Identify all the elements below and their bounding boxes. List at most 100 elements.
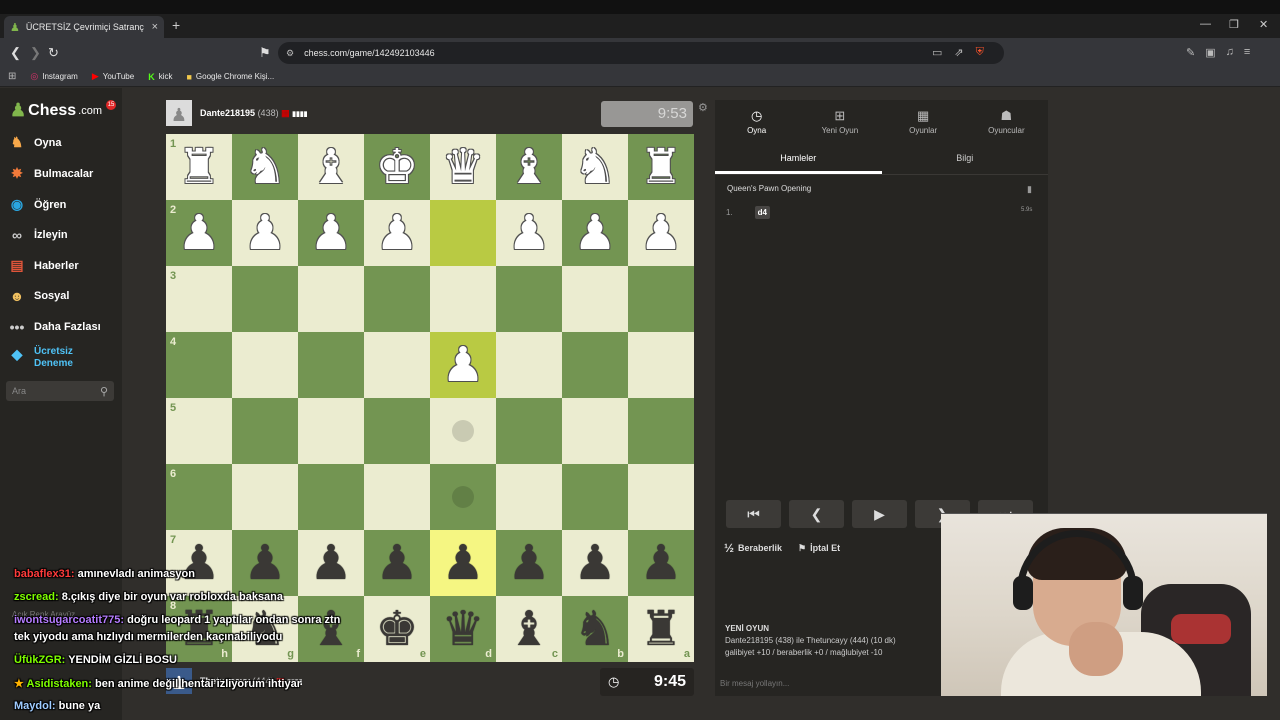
board-square[interactable]: c ♝ [496, 596, 562, 662]
board-square[interactable]: ♟ [298, 530, 364, 596]
board-square[interactable]: ♜ [628, 134, 694, 200]
chess-board[interactable]: 1 ♜ ♞ ♝ ♚ ♛ ♝ ♞ ♜ 2 ♟ ♟ ♟ ♟ ♟ ♟ ♟ 3 4 ♟ 5 6 7 ♟ ♟ ♟ ♟ ♟ ♟ ♟ ♟ 8 h ♜ g ♞ f ♝ e ♚… [166, 134, 694, 662]
new-tab-icon[interactable]: + [172, 17, 180, 33]
board-square[interactable]: d ♛ [430, 596, 496, 662]
board-square[interactable] [232, 464, 298, 530]
book-icon[interactable]: ▮ [1027, 184, 1032, 195]
white-pawn-icon[interactable]: ♟ [441, 341, 484, 389]
board-square[interactable]: 3 [166, 266, 232, 332]
black-pawn-icon[interactable]: ♟ [375, 539, 418, 587]
tab-new-game[interactable]: ⊞ Yeni Oyun [798, 100, 881, 142]
sidebar-item-free-trial[interactable]: ◆ Ücretsiz Deneme [8, 346, 94, 370]
board-square[interactable] [496, 398, 562, 464]
black-rook-icon[interactable]: ♜ [177, 605, 220, 653]
menu-icon[interactable]: ≡ [1244, 46, 1250, 59]
board-square[interactable] [430, 200, 496, 266]
previous-move-button[interactable]: ❮ [789, 500, 844, 528]
move-hint-dot[interactable] [452, 420, 474, 442]
board-square[interactable]: ♟ [496, 530, 562, 596]
board-square[interactable] [430, 398, 496, 464]
sidebar-item-learn[interactable]: ◉ Öğren [8, 196, 67, 213]
black-pawn-icon[interactable]: ♟ [639, 539, 682, 587]
board-square[interactable]: 1 ♜ [166, 134, 232, 200]
url-field[interactable]: ⚙ chess.com/game/142492103446 [278, 42, 1004, 64]
tab-play[interactable]: ◷ Oyna [715, 100, 798, 142]
site-info-icon[interactable]: ⚙ [286, 48, 294, 59]
white-knight-icon[interactable]: ♞ [573, 143, 616, 191]
chat-message-input[interactable]: Bir mesaj yollayın... [720, 679, 789, 688]
white-pawn-icon[interactable]: ♟ [177, 209, 220, 257]
board-square[interactable]: ♟ [496, 200, 562, 266]
white-bishop-icon[interactable]: ♝ [309, 143, 352, 191]
white-rook-icon[interactable]: ♜ [639, 143, 682, 191]
black-queen-icon[interactable]: ♛ [441, 605, 484, 653]
sidebar-search[interactable]: Ara ⚲ [6, 381, 114, 401]
board-square[interactable] [628, 332, 694, 398]
board-square[interactable]: ♟ [628, 200, 694, 266]
white-king-icon[interactable]: ♚ [375, 143, 418, 191]
sidebar-item-social[interactable]: ☻ Sosyal [8, 288, 70, 304]
first-move-button[interactable]: ⏮ [726, 500, 781, 528]
board-square[interactable]: 7 ♟ [166, 530, 232, 596]
board-square[interactable] [562, 332, 628, 398]
black-pawn-icon[interactable]: ♟ [573, 539, 616, 587]
board-square[interactable]: ♟ [232, 530, 298, 596]
restore-icon[interactable]: ❐ [1229, 18, 1239, 31]
white-pawn-icon[interactable]: ♟ [639, 209, 682, 257]
board-square[interactable]: 2 ♟ [166, 200, 232, 266]
board-square[interactable] [364, 266, 430, 332]
board-square[interactable]: ♚ [364, 134, 430, 200]
draw-button[interactable]: ½ Beraberlik [724, 541, 782, 555]
white-pawn-icon[interactable]: ♟ [375, 209, 418, 257]
black-knight-icon[interactable]: ♞ [243, 605, 286, 653]
bookmark-folder[interactable]: ■ Google Chrome Kişi... [186, 72, 274, 82]
abort-button[interactable]: ⚑ İptal Et [798, 541, 840, 555]
board-square[interactable]: ♛ [430, 134, 496, 200]
board-square[interactable] [562, 398, 628, 464]
sidebar-item-watch[interactable]: ∞ İzleyin [8, 227, 68, 243]
black-bishop-icon[interactable]: ♝ [507, 605, 550, 653]
board-square[interactable] [298, 398, 364, 464]
board-square[interactable]: ♟ [430, 530, 496, 596]
board-square[interactable]: 5 [166, 398, 232, 464]
close-window-icon[interactable]: ✕ [1259, 18, 1268, 31]
board-square[interactable] [364, 332, 430, 398]
board-square[interactable] [364, 464, 430, 530]
sidebar-item-puzzles[interactable]: ✸ Bulmacalar [8, 165, 93, 182]
cast-icon[interactable]: ▭ [932, 46, 942, 59]
board-square[interactable]: 8 h ♜ [166, 596, 232, 662]
close-tab-icon[interactable]: × [152, 21, 158, 33]
board-square[interactable] [364, 398, 430, 464]
move-white[interactable]: d4 [754, 206, 771, 219]
white-pawn-icon[interactable]: ♟ [309, 209, 352, 257]
sidebar-item-play[interactable]: ♞ Oyna [8, 134, 62, 151]
board-square[interactable]: ♟ [430, 332, 496, 398]
bookmark-icon[interactable]: ⚑ [259, 45, 271, 61]
forward-icon[interactable]: ❯ [30, 45, 41, 61]
tab-games[interactable]: ▦ Oyunlar [882, 100, 965, 142]
board-square[interactable] [298, 332, 364, 398]
board-square[interactable]: ♟ [232, 200, 298, 266]
white-rook-icon[interactable]: ♜ [177, 143, 220, 191]
sidebar-toggle-icon[interactable]: ▣ [1205, 46, 1215, 59]
board-square[interactable]: g ♞ [232, 596, 298, 662]
black-pawn-icon[interactable]: ♟ [507, 539, 550, 587]
white-pawn-icon[interactable]: ♟ [243, 209, 286, 257]
board-square[interactable]: ♟ [562, 200, 628, 266]
board-square[interactable] [298, 464, 364, 530]
search-input[interactable]: Ara [12, 386, 26, 396]
board-square[interactable]: ♟ [562, 530, 628, 596]
board-square[interactable] [628, 464, 694, 530]
board-square[interactable] [628, 398, 694, 464]
board-square[interactable]: ♞ [562, 134, 628, 200]
reload-icon[interactable]: ↻ [48, 45, 59, 61]
bookmark-youtube[interactable]: ▶ YouTube [92, 71, 134, 82]
black-rook-icon[interactable]: ♜ [639, 605, 682, 653]
black-pawn-icon[interactable]: ♟ [309, 539, 352, 587]
black-bishop-icon[interactable]: ♝ [309, 605, 352, 653]
board-square[interactable] [496, 332, 562, 398]
board-square[interactable] [298, 266, 364, 332]
board-square[interactable]: ♟ [364, 200, 430, 266]
extensions-icon[interactable]: ✎ [1186, 46, 1195, 59]
board-square[interactable] [232, 266, 298, 332]
